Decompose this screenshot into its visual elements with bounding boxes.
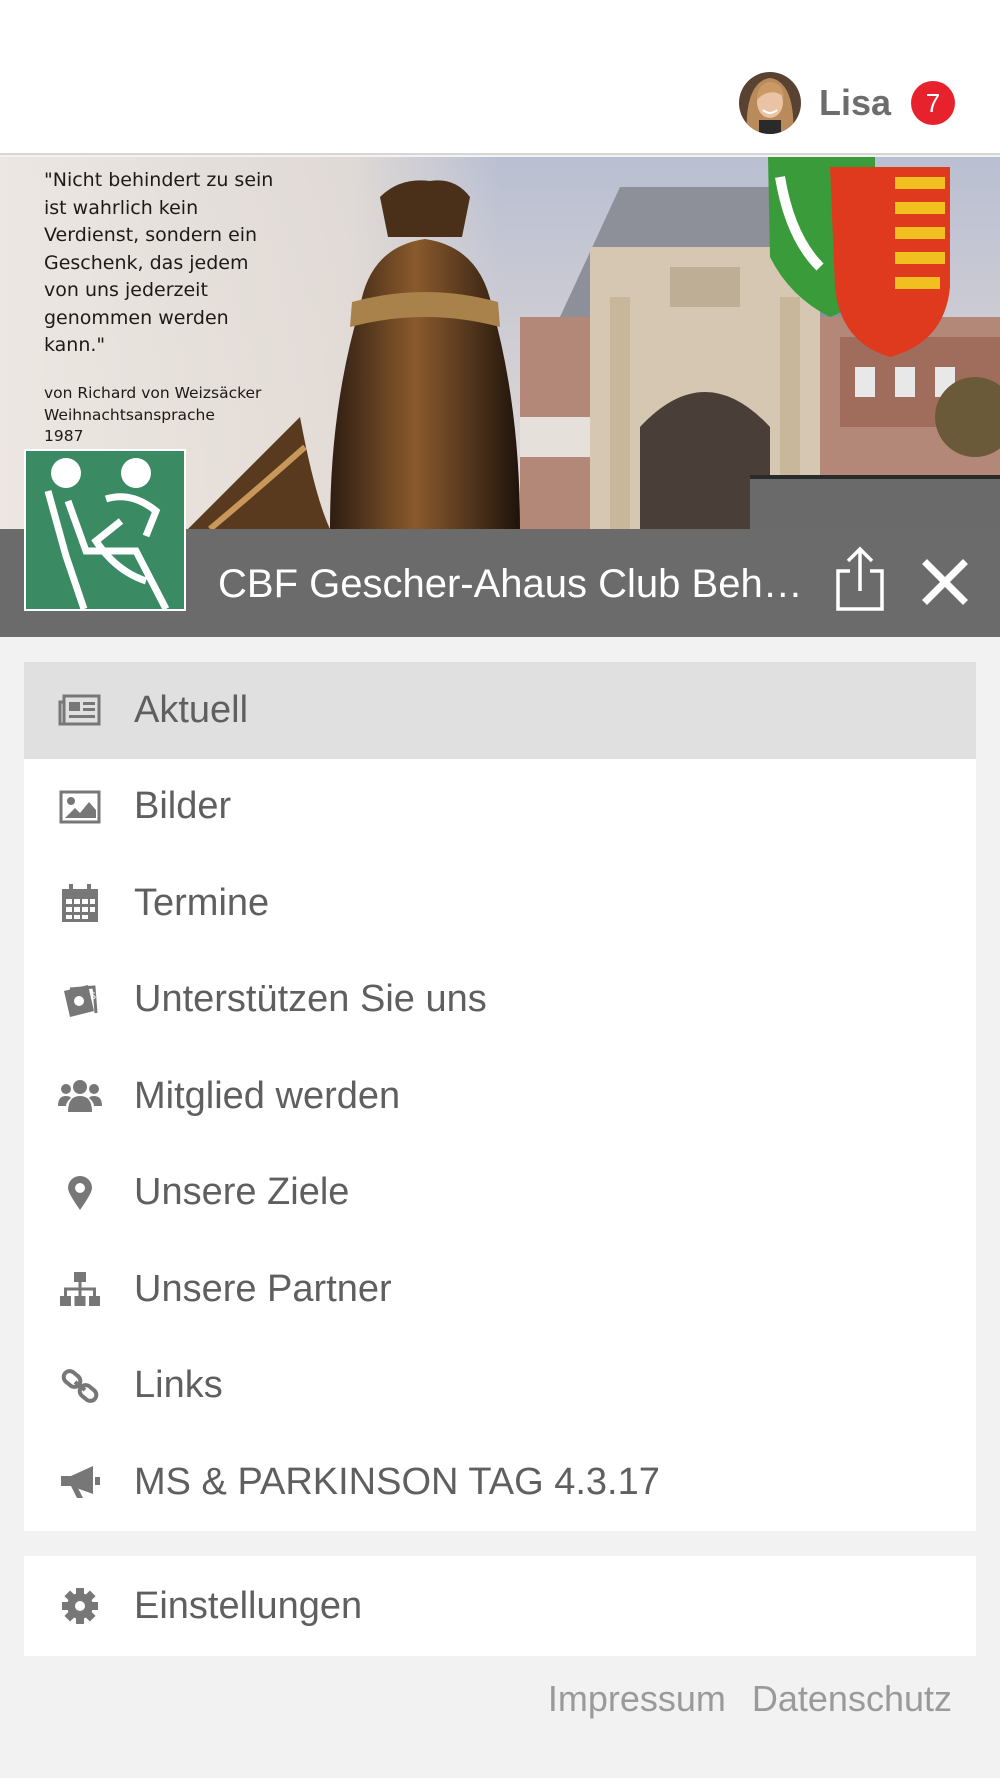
banner-quote-attribution: von Richard von Weizsäcker Weihnachtsans… xyxy=(44,384,262,445)
datenschutz-link[interactable]: Datenschutz xyxy=(752,1678,952,1720)
menu-item-ms-parkinson[interactable]: MS & PARKINSON TAG 4.3.17 xyxy=(24,1434,976,1531)
gear-icon xyxy=(57,1583,103,1629)
menu-item-partner[interactable]: Unsere Partner xyxy=(24,1241,976,1338)
sitemap-icon xyxy=(57,1266,103,1312)
image-icon xyxy=(57,784,103,830)
money-icon: $ xyxy=(57,977,103,1023)
menu-item-label: Links xyxy=(134,1364,223,1407)
menu-item-label: Unterstützen Sie uns xyxy=(134,978,487,1021)
menu-item-label: MS & PARKINSON TAG 4.3.17 xyxy=(134,1460,660,1503)
avatar[interactable] xyxy=(738,72,801,134)
menu-item-label: Unsere Ziele xyxy=(134,1171,350,1214)
impressum-link[interactable]: Impressum xyxy=(548,1678,726,1720)
calendar-icon xyxy=(57,880,103,926)
menu-item-label: Bilder xyxy=(134,785,232,828)
menu-item-label: Termine xyxy=(134,881,270,924)
svg-text:$: $ xyxy=(90,991,96,1002)
map-marker-icon xyxy=(57,1170,103,1216)
close-icon xyxy=(922,559,968,605)
menu-item-mitglied[interactable]: Mitglied werden xyxy=(24,1048,976,1145)
banner-quote: "Nicht behindert zu sein ist wahrlich ke… xyxy=(44,169,274,356)
menu-item-links[interactable]: Links xyxy=(24,1338,976,1435)
menu-item-label: Aktuell xyxy=(134,688,249,731)
wheelchair-logo-icon xyxy=(26,451,184,611)
menu-item-aktuell[interactable]: Aktuell xyxy=(24,662,976,759)
menu-item-label: Unsere Partner xyxy=(134,1267,392,1310)
footer-links: Impressum Datenschutz xyxy=(522,1678,952,1720)
user-menu[interactable]: Lisa 7 xyxy=(738,72,955,134)
megaphone-icon xyxy=(57,1459,103,1505)
club-logo xyxy=(24,449,186,611)
share-icon xyxy=(836,546,884,611)
newspaper-icon xyxy=(57,687,103,733)
club-title: CBF Gescher-Ahaus Club Behinderter und i… xyxy=(218,562,808,606)
user-name[interactable]: Lisa xyxy=(819,82,891,124)
navigation-menu: Aktuell Bilder Termine $ Unterstützen Si… xyxy=(24,662,976,1531)
users-icon xyxy=(57,1073,103,1119)
menu-item-ziele[interactable]: Unsere Ziele xyxy=(24,1145,976,1242)
notification-badge[interactable]: 7 xyxy=(911,81,955,125)
menu-item-bilder[interactable]: Bilder xyxy=(24,759,976,856)
top-bar: Lisa 7 xyxy=(0,0,1000,155)
menu-item-einstellungen[interactable]: Einstellungen xyxy=(24,1556,976,1656)
menu-item-termine[interactable]: Termine xyxy=(24,855,976,952)
link-icon xyxy=(57,1363,103,1409)
settings-label: Einstellungen xyxy=(134,1584,363,1627)
menu-item-label: Mitglied werden xyxy=(134,1074,401,1117)
share-button[interactable] xyxy=(832,545,888,615)
close-button[interactable] xyxy=(920,557,970,607)
menu-item-unterstuetzen[interactable]: $ Unterstützen Sie uns xyxy=(24,952,976,1049)
